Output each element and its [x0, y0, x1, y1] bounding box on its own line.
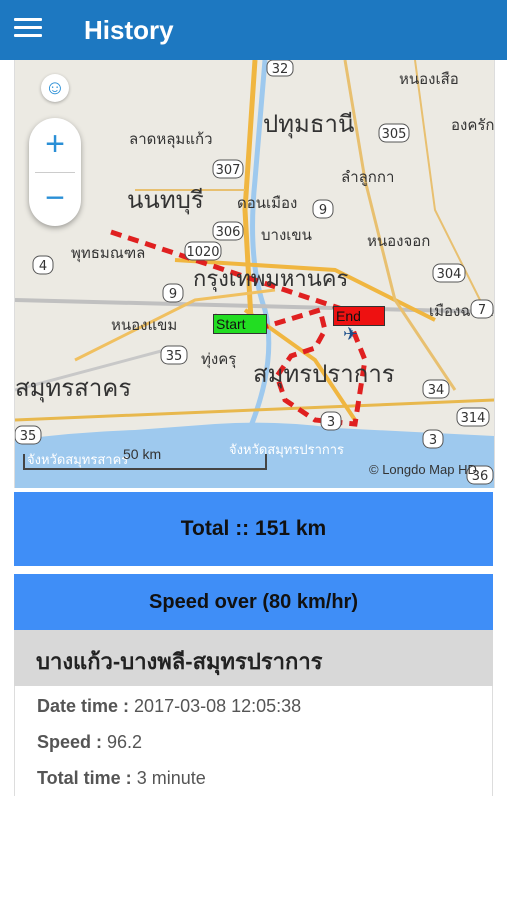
road-shield: 305: [378, 123, 410, 143]
road-shield: 34: [422, 379, 450, 399]
speed-row: Speed : 96.2: [37, 732, 142, 753]
place-label: ทุ่งครุ: [201, 350, 236, 369]
page-title: History: [84, 15, 174, 45]
speed-label: Speed :: [37, 732, 103, 752]
svg-text:9: 9: [169, 287, 177, 302]
svg-text:9: 9: [319, 203, 327, 218]
map-credit[interactable]: © Longdo Map HD: [369, 462, 477, 477]
speed-over-header: Speed over (80 km/hr): [14, 574, 493, 630]
place-label: กรุงเทพมหานคร: [193, 267, 349, 292]
place-label: ลำลูกกา: [341, 168, 394, 186]
road-shield: 314: [456, 407, 490, 427]
road-shield: 1020: [184, 241, 222, 261]
place-label: พุทธมณฑล: [71, 244, 145, 263]
road-shield: 7: [470, 299, 494, 319]
map-scale-label: 50 km: [123, 446, 162, 462]
svg-text:34: 34: [428, 383, 445, 398]
total-time-label: Total time :: [37, 768, 132, 788]
zoom-out-button[interactable]: −: [29, 172, 81, 226]
road-shield: 306: [212, 221, 244, 241]
svg-text:3: 3: [327, 415, 335, 430]
svg-text:307: 307: [216, 163, 241, 178]
place-label: ลาดหลุมแก้ว: [129, 130, 213, 149]
airport-icon: ✈: [343, 324, 358, 345]
main-content: ✈ ปทุมธานี นนทบุรี กรุงเทพมหานคร สมุทรปร…: [0, 60, 507, 900]
road-shield: 35: [160, 345, 188, 365]
total-time-value: 3 minute: [136, 768, 206, 788]
svg-text:306: 306: [216, 225, 241, 240]
zoom-in-button[interactable]: +: [29, 118, 81, 172]
zoom-control: + −: [29, 118, 81, 226]
road-shield: 4: [32, 255, 54, 275]
road-shield: 307: [212, 159, 244, 179]
map-canvas: ✈ ปทุมธานี นนทบุรี กรุงเทพมหานคร สมุทรปร…: [15, 60, 494, 488]
svg-text:32: 32: [272, 62, 289, 77]
place-label: ปทุมธานี: [263, 110, 354, 139]
road-shield: 35: [15, 425, 42, 445]
place-label: องครักษ์: [451, 116, 494, 134]
place-label: หนองแขม: [111, 316, 177, 334]
place-label: หนองเสือ: [399, 70, 459, 88]
total-time-row: Total time : 3 minute: [37, 768, 206, 789]
place-label: นนทบุรี: [127, 186, 204, 215]
svg-text:35: 35: [166, 349, 183, 364]
place-label: หนองจอก: [367, 232, 430, 250]
road-shield: 9: [312, 199, 334, 219]
place-label: สมุทรสาคร: [15, 374, 131, 403]
svg-text:4: 4: [39, 259, 47, 274]
road-shield: 3: [422, 429, 444, 449]
road-shield: 32: [266, 60, 294, 77]
place-label: สมุทรปราการ: [253, 360, 395, 389]
road-shield: 9: [162, 283, 184, 303]
total-distance-card: Total :: 151 km: [14, 492, 493, 566]
svg-text:305: 305: [382, 127, 407, 142]
svg-text:304: 304: [437, 267, 462, 282]
date-time-row: Date time : 2017-03-08 12:05:38: [37, 696, 301, 717]
date-time-value: 2017-03-08 12:05:38: [134, 696, 302, 716]
route-map[interactable]: ✈ ปทุมธานี นนทบุรี กรุงเทพมหานคร สมุทรปร…: [14, 60, 495, 488]
date-time-label: Date time :: [37, 696, 130, 716]
place-label: ดอนเมือง: [237, 194, 297, 212]
place-label: บางเขน: [261, 226, 312, 244]
start-marker[interactable]: Start: [213, 314, 267, 334]
svg-text:7: 7: [478, 303, 486, 318]
svg-text:1020: 1020: [186, 245, 219, 260]
app-bar: History: [0, 0, 507, 60]
svg-text:314: 314: [461, 411, 486, 426]
hamburger-menu-icon[interactable]: [14, 16, 44, 40]
route-name: บางแก้ว-บางพลี-สมุทรปราการ: [36, 649, 323, 674]
route-header[interactable]: บางแก้ว-บางพลี-สมุทรปราการ: [14, 630, 493, 686]
svg-text:3: 3: [429, 433, 437, 448]
accessibility-icon[interactable]: ☺: [41, 74, 69, 102]
end-marker[interactable]: End: [333, 306, 385, 326]
road-shield: 304: [432, 263, 466, 283]
record-detail: Date time : 2017-03-08 12:05:38 Speed : …: [14, 686, 493, 796]
svg-text:35: 35: [20, 429, 37, 444]
speed-value: 96.2: [107, 732, 143, 752]
road-shield: 3: [320, 411, 342, 431]
